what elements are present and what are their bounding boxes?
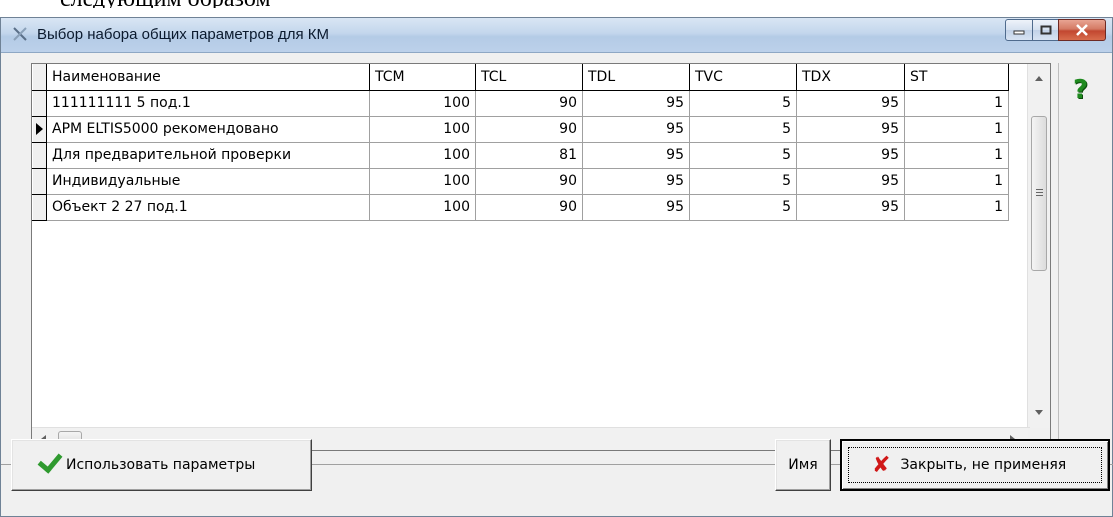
cell-st[interactable]: 1: [904, 142, 1009, 169]
cell-tcl[interactable]: 81: [475, 142, 583, 169]
column-header-tdx[interactable]: TDX: [796, 64, 905, 91]
grid-table: Наименование TCM TCL TDL TVC TDX ST 1111…: [32, 64, 1009, 221]
cell-tdl[interactable]: 95: [582, 116, 690, 143]
cell-tcl[interactable]: 90: [475, 116, 583, 143]
vertical-scrollbar[interactable]: [1027, 64, 1050, 428]
cell-tcl[interactable]: 90: [475, 90, 583, 117]
current-row-arrow-icon: [36, 123, 43, 135]
scroll-down-arrow-icon[interactable]: [1035, 410, 1043, 415]
title-bar[interactable]: Выбор набора общих параметров для КМ: [1, 18, 1112, 53]
cell-st[interactable]: 1: [904, 116, 1009, 143]
cell-tdx[interactable]: 95: [796, 168, 905, 195]
grid-header-row: Наименование TCM TCL TDL TVC TDX ST: [32, 64, 1009, 91]
cell-tcm[interactable]: 100: [369, 90, 476, 117]
cell-tvc[interactable]: 5: [689, 90, 797, 117]
use-parameters-label: Использовать параметры: [66, 457, 256, 473]
close-icon: [1076, 24, 1088, 36]
name-button-label: Имя: [788, 457, 818, 473]
grip-line: [1036, 192, 1043, 193]
cell-st[interactable]: 1: [904, 194, 1009, 221]
use-parameters-button[interactable]: Использовать параметры: [11, 439, 312, 491]
cross-icon: ✘: [872, 452, 891, 478]
column-header-st[interactable]: ST: [904, 64, 1009, 91]
cell-tvc[interactable]: 5: [689, 142, 797, 169]
row-indicator[interactable]: [32, 90, 47, 117]
cell-tcl[interactable]: 90: [475, 168, 583, 195]
cell-tdl[interactable]: 95: [582, 142, 690, 169]
row-indicator[interactable]: [32, 168, 47, 195]
cell-tvc[interactable]: 5: [689, 194, 797, 221]
cell-tvc[interactable]: 5: [689, 168, 797, 195]
row-indicator[interactable]: [32, 142, 47, 169]
header-indicator-cell: [32, 64, 47, 91]
table-row[interactable]: Для предварительной проверки 100 81 95 5…: [32, 142, 1009, 169]
table-row[interactable]: 111111111 5 под.1 100 90 95 5 95 1: [32, 90, 1009, 117]
close-without-apply-label: Закрыть, не применяя: [900, 457, 1067, 473]
cell-tvc[interactable]: 5: [689, 116, 797, 143]
cell-tcm[interactable]: 100: [369, 142, 476, 169]
cell-tcm[interactable]: 100: [369, 168, 476, 195]
cell-name[interactable]: АРМ ELTIS5000 рекомендовано: [46, 116, 370, 143]
column-header-tcl[interactable]: TCL: [475, 64, 583, 91]
cell-name[interactable]: 111111111 5 под.1: [46, 90, 370, 117]
cell-tdx[interactable]: 95: [796, 116, 905, 143]
cell-tdl[interactable]: 95: [582, 194, 690, 221]
cell-name[interactable]: Индивидуальные: [46, 168, 370, 195]
cell-st[interactable]: 1: [904, 90, 1009, 117]
column-header-tvc[interactable]: TVC: [689, 64, 797, 91]
tools-icon: [13, 27, 27, 41]
document-text-fragment: следующим образом: [60, 0, 271, 8]
cell-tcl[interactable]: 90: [475, 194, 583, 221]
row-indicator-current[interactable]: [32, 116, 47, 143]
column-header-tcm[interactable]: TCM: [369, 64, 476, 91]
row-indicator[interactable]: [32, 194, 47, 221]
close-without-apply-button[interactable]: ✘ Закрыть, не применяя: [840, 439, 1110, 491]
cell-tcm[interactable]: 100: [369, 194, 476, 221]
minimize-icon: [1013, 30, 1025, 35]
maximize-button[interactable]: [1032, 19, 1059, 41]
cell-name[interactable]: Для предварительной проверки: [46, 142, 370, 169]
column-header-name[interactable]: Наименование: [46, 64, 370, 91]
vertical-scroll-thumb[interactable]: [1031, 116, 1047, 271]
column-header-tdl[interactable]: TDL: [582, 64, 690, 91]
cell-tdx[interactable]: 95: [796, 142, 905, 169]
maximize-icon: [1040, 25, 1051, 35]
cell-tcm[interactable]: 100: [369, 116, 476, 143]
cell-tdx[interactable]: 95: [796, 90, 905, 117]
checkmark-icon: [37, 447, 63, 474]
table-row[interactable]: Объект 2 27 под.1 100 90 95 5 95 1: [32, 194, 1009, 221]
cell-tdx[interactable]: 95: [796, 194, 905, 221]
help-icon[interactable]: ?: [1073, 75, 1088, 105]
minimize-button[interactable]: [1005, 19, 1033, 41]
panel-divider: [1058, 63, 1059, 451]
name-button[interactable]: Имя: [775, 439, 831, 491]
close-window-button[interactable]: [1058, 19, 1106, 41]
table-row[interactable]: Индивидуальные 100 90 95 5 95 1: [32, 168, 1009, 195]
window-title: Выбор набора общих параметров для КМ: [37, 26, 329, 43]
table-row[interactable]: АРМ ELTIS5000 рекомендовано 100 90 95 5 …: [32, 116, 1009, 143]
cell-st[interactable]: 1: [904, 168, 1009, 195]
scroll-up-arrow-icon[interactable]: [1035, 76, 1043, 81]
cell-tdl[interactable]: 95: [582, 168, 690, 195]
parameter-sets-grid[interactable]: Наименование TCM TCL TDL TVC TDX ST 1111…: [31, 63, 1051, 451]
cell-tdl[interactable]: 95: [582, 90, 690, 117]
cell-name[interactable]: Объект 2 27 под.1: [46, 194, 370, 221]
grip-line: [1036, 189, 1043, 190]
grip-line: [1036, 195, 1043, 196]
dialog-window: Выбор набора общих параметров для КМ Наи: [0, 17, 1113, 517]
